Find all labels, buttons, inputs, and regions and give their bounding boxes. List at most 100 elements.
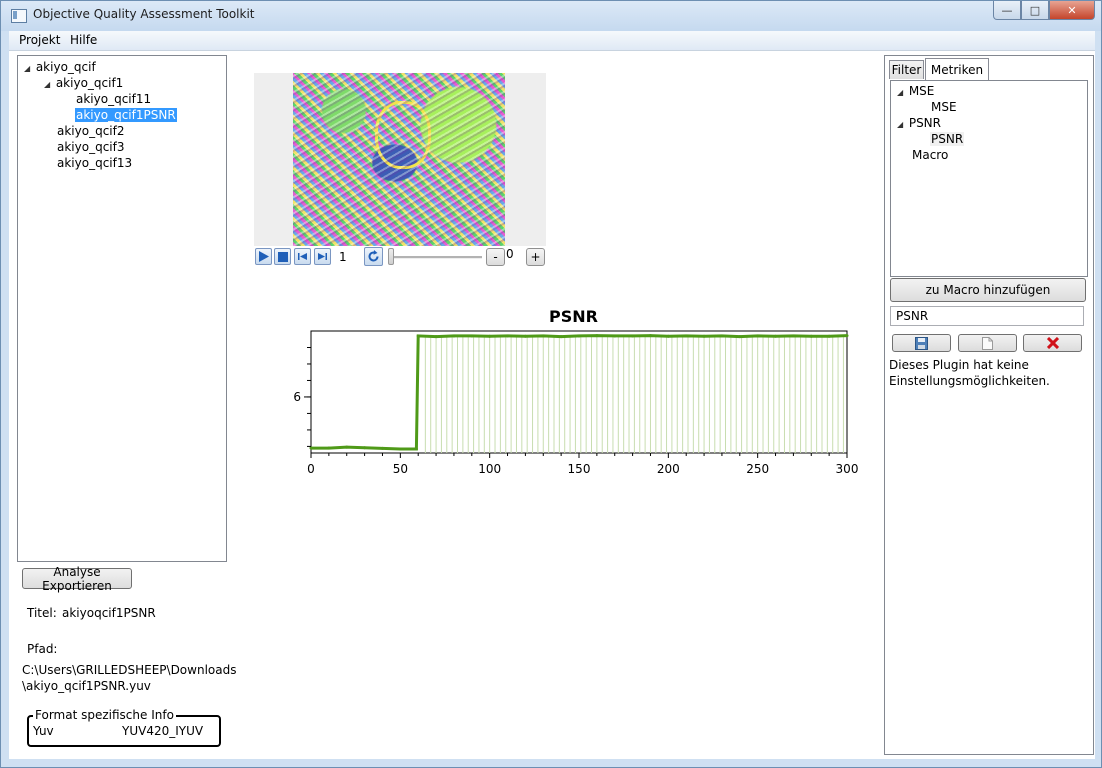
metric-node-mse[interactable]: ◢ MSE [897,84,934,98]
tree-node-label: akiyo_qcif [35,60,96,74]
data-point [414,447,418,451]
tree-node-child[interactable]: ◢ akiyo_qcif1 [44,76,123,90]
data-point [631,334,635,338]
zoom-minus-button[interactable]: - [486,248,505,266]
x-tick-label: 150 [568,462,591,476]
save-button[interactable] [892,334,951,352]
data-point [577,334,581,338]
tree-node-akiyo-qcif1psnr-selected[interactable]: akiyo_qcif1PSNR [75,108,177,122]
data-point [488,334,492,338]
expand-arrow-icon[interactable]: ◢ [897,88,905,97]
minimize-icon: — [1001,3,1013,17]
plot-area [310,330,848,454]
close-button[interactable]: ✕ [1049,1,1095,20]
data-point [595,334,599,338]
new-button[interactable] [958,334,1017,352]
plugin-info-line2: Einstellungsmöglichkeiten. [889,374,1050,388]
play-button[interactable] [255,248,272,265]
frame-slider-track[interactable] [389,256,482,259]
add-to-macro-button[interactable]: zu Macro hinzufügen [890,278,1086,302]
data-point [756,334,760,338]
metric-leaf-mse[interactable]: MSE [931,100,957,114]
metric-tree[interactable]: ◢ MSE MSE ◢ PSNR PSNR Macro [890,80,1088,277]
expand-arrow-icon[interactable]: ◢ [44,80,52,89]
path-value-line2: \akiyo_qcif1PSNR.yuv [22,679,151,693]
psnr-chart: 0 50 100 150 200 250 300 6 [293,330,858,476]
data-point [363,446,367,450]
path-label: Pfad: [27,642,58,656]
data-point [541,334,545,338]
tree-node-akiyo-qcif3[interactable]: akiyo_qcif3 [57,140,125,154]
data-point [827,334,831,338]
data-point [506,334,510,338]
tab-filter[interactable]: Filter [889,60,924,79]
title-label: Titel: [27,606,57,620]
metric-node-label: MSE [908,84,935,98]
y-tick-label: 6 [293,390,301,404]
video-preview [254,73,546,246]
new-document-icon [982,336,993,350]
minimize-button[interactable]: — [993,1,1021,20]
tree-node-root[interactable]: ◢ akiyo_qcif [24,60,96,74]
tree-node-label: akiyo_qcif1 [55,76,124,90]
slider-value: 0 [506,247,514,261]
next-frame-button[interactable] [314,248,331,265]
close-icon: ✕ [1067,3,1077,17]
zoom-plus-button[interactable]: + [526,248,545,266]
metric-node-psnr[interactable]: ◢ PSNR [897,116,941,130]
x-tick-label: 100 [478,462,501,476]
menu-bar: Projekt Hilfe [9,31,1095,51]
data-point [345,445,349,449]
metric-leaf-psnr-selected[interactable]: PSNR [930,132,965,146]
delete-icon [1046,337,1059,349]
x-tick-label: 250 [746,462,769,476]
data-point [666,334,670,338]
data-point [648,334,652,338]
data-point [416,334,420,338]
maximize-icon: □ [1029,3,1041,17]
stop-icon [277,251,288,262]
app-window: Objective Quality Assessment Toolkit — □… [0,0,1102,768]
delete-button[interactable] [1023,334,1082,352]
tab-metriken[interactable]: Metriken [925,58,989,80]
metric-node-macro[interactable]: Macro [912,148,948,162]
tree-node-akiyo-qcif2[interactable]: akiyo_qcif2 [57,124,125,138]
play-icon [259,251,269,262]
data-point [809,334,813,338]
frame-slider-thumb[interactable] [388,248,394,265]
format-key: Yuv [33,724,54,738]
previous-frame-button[interactable] [294,248,311,265]
plugin-panel: Filter Metriken ◢ MSE MSE ◢ PSNR PSNR Ma… [884,55,1094,755]
data-point [398,447,402,451]
frame-number: 1 [339,250,347,264]
menu-projekt[interactable]: Projekt [19,33,60,47]
tree-node-akiyo-qcif13[interactable]: akiyo_qcif13 [57,156,132,170]
data-point [684,334,688,338]
data-point [309,446,313,450]
project-tree[interactable]: ◢ akiyo_qcif ◢ akiyo_qcif1 akiyo_qcif11 … [17,55,227,562]
data-point [470,334,474,338]
data-point [845,334,849,338]
data-point [774,334,778,338]
save-icon [915,336,928,350]
data-point [327,446,331,450]
format-info-legend: Format spezifische Info [33,708,176,722]
expand-arrow-icon[interactable]: ◢ [897,120,905,129]
video-frame-image [293,73,505,246]
plugin-name-input[interactable]: PSNR [890,306,1084,326]
export-analysis-button[interactable]: Analyse Exportieren [22,565,132,593]
menu-hilfe[interactable]: Hilfe [70,33,97,47]
window-title: Objective Quality Assessment Toolkit [33,7,255,21]
title-bar: Objective Quality Assessment Toolkit — □… [1,1,1101,31]
path-value-line1: C:\Users\GRILLEDSHEEP\Downloads [22,663,237,677]
data-point [559,335,563,339]
expand-arrow-icon[interactable]: ◢ [24,64,32,73]
data-point [702,334,706,338]
format-value: YUV420_IYUV [122,724,204,738]
maximize-button[interactable]: □ [1021,1,1049,20]
format-info-group: Format spezifische Info Yuv YUV420_IYUV [27,708,221,747]
stop-button[interactable] [274,248,291,265]
repeat-button[interactable] [364,247,383,266]
tree-node-akiyo-qcif11[interactable]: akiyo_qcif11 [76,92,151,106]
plugin-info-line1: Dieses Plugin hat keine [889,358,1029,372]
